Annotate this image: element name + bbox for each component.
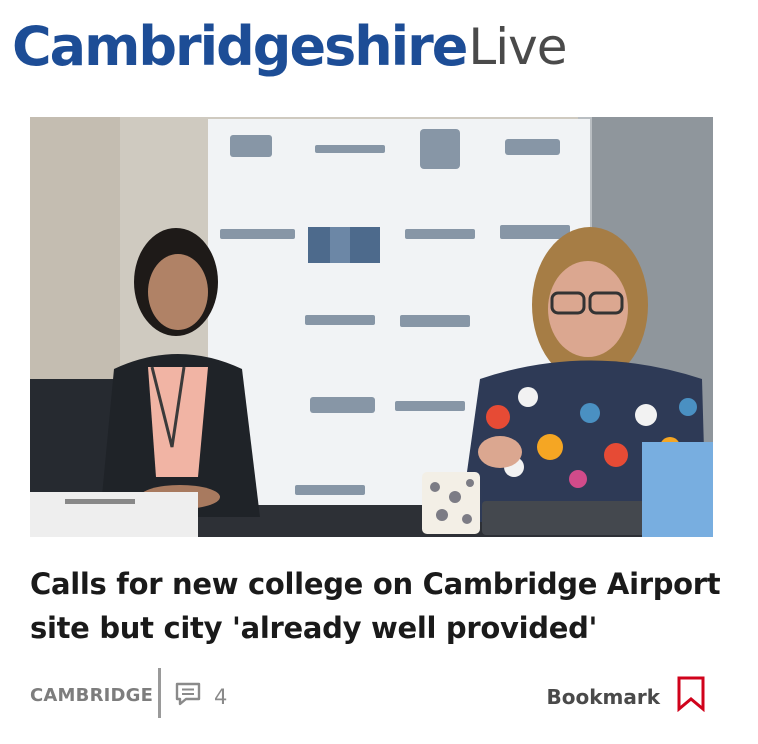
bookmark-label: Bookmark	[546, 684, 660, 709]
meta-divider	[158, 668, 161, 718]
logo-text-suffix: Live	[468, 18, 567, 76]
bookmark-icon	[676, 676, 706, 717]
logo-text-main: Cambridgeshire	[12, 15, 468, 78]
comments-link[interactable]: 4	[174, 681, 227, 712]
comment-count: 4	[214, 684, 228, 709]
site-logo[interactable]: Cambridgeshire Live	[12, 8, 568, 86]
category-link[interactable]: CAMBRIDGE	[30, 685, 153, 706]
bookmark-button[interactable]: Bookmark	[546, 676, 706, 717]
speech-bubble-icon	[174, 681, 202, 712]
article-meta: CAMBRIDGE 4 Bookmark	[30, 668, 706, 718]
article-headline[interactable]: Calls for new college on Cambridge Airpo…	[30, 562, 730, 650]
article-image[interactable]	[30, 117, 713, 537]
